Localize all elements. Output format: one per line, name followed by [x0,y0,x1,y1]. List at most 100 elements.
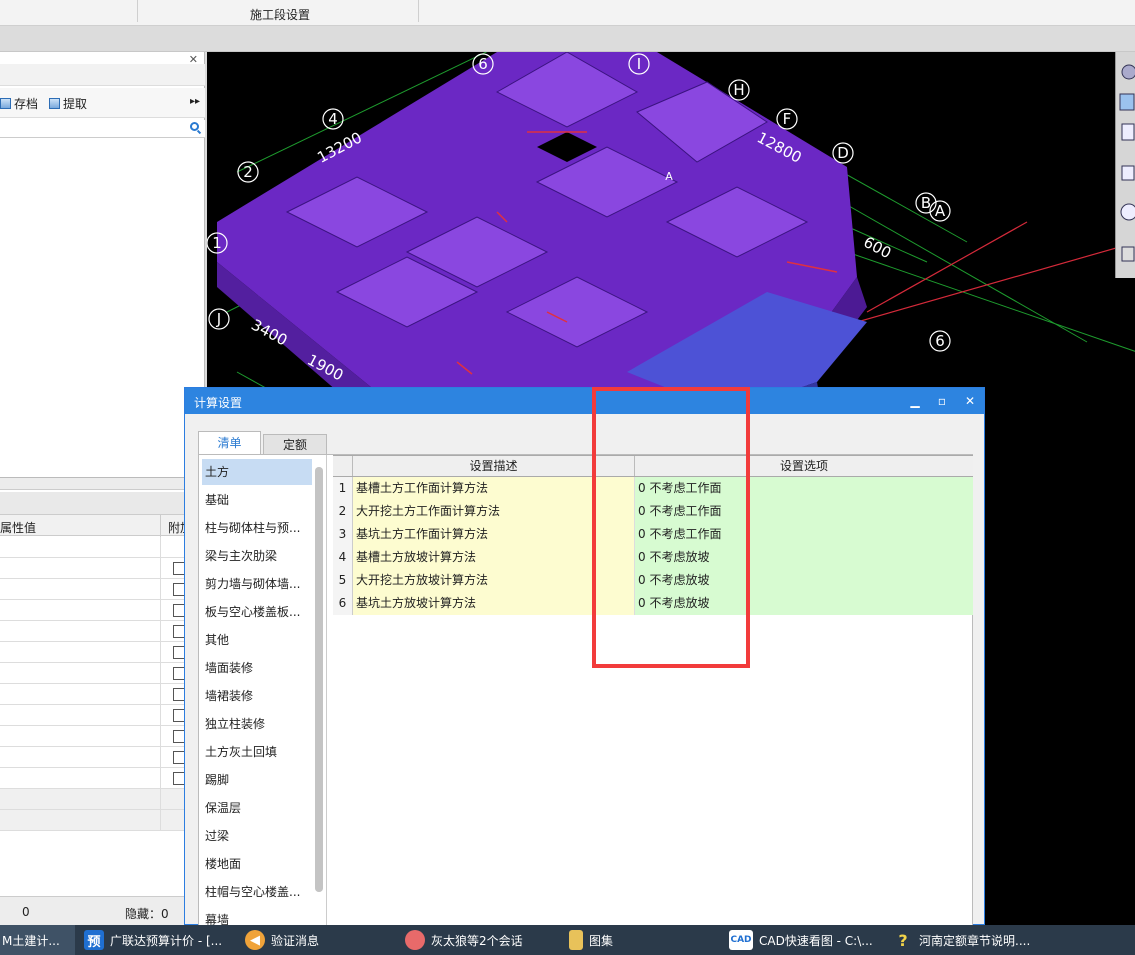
calculation-settings-dialog: 计算设置 ▁ ▫ ✕ 清单 定额 土方 基础 柱与砌体柱与预... 梁与主次肋梁… [184,387,985,927]
dialog-title: 计算设置 [194,396,243,410]
view-toolbar [1115,52,1135,278]
axis-label: 1 [212,234,222,252]
category-item[interactable]: 柱与砌体柱与预... [202,515,312,541]
category-item[interactable]: 踢脚 [202,767,312,793]
taskbar-item[interactable]: 预 广联达预算计价 - [... [84,925,222,955]
property-row[interactable] [0,621,205,642]
scrollbar-thumb[interactable] [315,467,323,892]
view-icon[interactable] [1119,93,1135,111]
box-icon[interactable] [1121,165,1135,181]
properties-panel: 属性值 附加 0 隐藏：0 [0,477,205,926]
category-item[interactable]: 墙面装修 [202,655,312,681]
left-panel: ✕ 存档 提取 ▸▸ 属性值 附加 0 隐藏：0 [0,52,205,926]
property-row[interactable] [0,747,205,768]
property-row[interactable] [0,558,205,579]
properties-panel-header [0,478,205,490]
axis-label: 2 [243,163,253,181]
ribbon-separator [137,0,138,22]
minimize-icon[interactable]: ▁ [907,393,923,409]
axis-label: B [921,194,931,212]
maximize-icon[interactable]: ▫ [934,393,950,409]
axis-label: 6 [478,55,488,73]
grid-icon[interactable] [1121,246,1135,262]
budget-app-icon: 预 [84,930,104,950]
category-item[interactable]: 剪力墙与砌体墙... [202,571,312,597]
dimension-label: 600 [860,233,894,262]
fetch-button[interactable]: 提取 [49,95,87,112]
property-row[interactable] [0,684,205,705]
property-row[interactable] [0,642,205,663]
axis-label: I [637,55,641,73]
properties-status-bar: 0 隐藏：0 [0,896,205,926]
save-icon [0,98,11,109]
property-row[interactable] [0,663,205,684]
taskbar: M土建计... 预 广联达预算计价 - [... ◀ 验证消息 灰太狼等2个会话… [0,925,1135,955]
category-item[interactable]: 土方 [202,459,312,485]
axis-label: D [837,144,849,162]
taskbar-item[interactable]: 图集 [569,925,613,955]
property-row[interactable] [0,810,205,831]
category-item[interactable]: 板与空心楼盖板... [202,599,312,625]
category-item[interactable]: 楼地面 [202,851,312,877]
category-item[interactable]: 墙裙装修 [202,683,312,709]
cad-app-icon: CAD [729,930,753,950]
category-item[interactable]: 柱帽与空心楼盖... [202,879,312,905]
category-item[interactable]: 保温层 [202,795,312,821]
fetch-label: 提取 [63,97,88,111]
left-panel-header [0,64,205,86]
search-input[interactable] [0,120,205,138]
property-row[interactable] [0,726,205,747]
left-panel-toolbar: 存档 提取 ▸▸ [0,88,205,118]
save-label: 存档 [14,97,39,111]
tab-list[interactable]: 清单 [198,431,261,455]
fetch-icon [49,98,60,109]
axis-label: J [216,310,221,328]
property-row[interactable] [0,600,205,621]
top-ribbon: 施工段设置 [0,0,1135,26]
taskbar-item[interactable]: ◀ 验证消息 [245,925,319,955]
property-row[interactable] [0,705,205,726]
folder-icon [569,930,583,950]
close-icon[interactable]: ✕ [962,393,978,409]
dialog-titlebar[interactable]: 计算设置 ▁ ▫ ✕ [185,388,984,414]
category-item[interactable]: 过梁 [202,823,312,849]
cube-icon[interactable] [1121,123,1135,141]
property-row[interactable] [0,579,205,600]
property-row[interactable] [0,789,205,810]
taskbar-item[interactable]: ? 河南定额章节说明.... [893,925,1030,955]
help-document-icon: ? [893,930,913,950]
properties-panel-bar [0,492,205,514]
category-item[interactable]: 土方灰土回填 [202,739,312,765]
save-button[interactable]: 存档 [0,95,38,112]
ribbon-separator [418,0,419,22]
dialog-content: 土方 基础 柱与砌体柱与预... 梁与主次肋梁 剪力墙与砌体墙... 板与空心楼… [198,454,973,927]
axis-label: F [783,110,792,128]
category-item[interactable]: 其他 [202,627,312,653]
category-item[interactable]: 梁与主次肋梁 [202,543,312,569]
speaker-icon: ◀ [245,930,265,950]
taskbar-item[interactable]: M土建计... [0,925,75,955]
avatar-icon [405,930,425,950]
more-chevron-icon[interactable]: ▸▸ [190,96,200,107]
red-highlight-box [592,387,750,668]
ribbon-title-construction-section[interactable]: 施工段设置 [250,6,310,23]
taskbar-item[interactable]: 灰太狼等2个会话 [405,925,523,955]
properties-columns: 属性值 附加 [0,514,205,537]
tab-quota[interactable]: 定额 [263,434,327,455]
ribbon-band [0,26,1135,52]
zoom-icon[interactable] [1121,64,1135,80]
category-item[interactable]: 独立柱装修 [202,711,312,737]
status-count: 0 [22,905,30,919]
category-scrollbar[interactable] [315,467,323,892]
col-property-value: 属性值 [0,521,37,535]
search-icon[interactable] [190,122,199,131]
status-hidden: 隐藏：0 [125,907,169,921]
orbit-icon[interactable] [1120,203,1135,221]
axis-label: 4 [328,110,338,128]
axis-label: 6 [935,332,945,350]
category-item[interactable]: 基础 [202,487,312,513]
category-list: 土方 基础 柱与砌体柱与预... 梁与主次肋梁 剪力墙与砌体墙... 板与空心楼… [199,455,327,927]
taskbar-item[interactable]: CAD CAD快速看图 - C:\... [729,925,873,955]
property-row[interactable] [0,537,205,558]
property-row[interactable] [0,768,205,789]
